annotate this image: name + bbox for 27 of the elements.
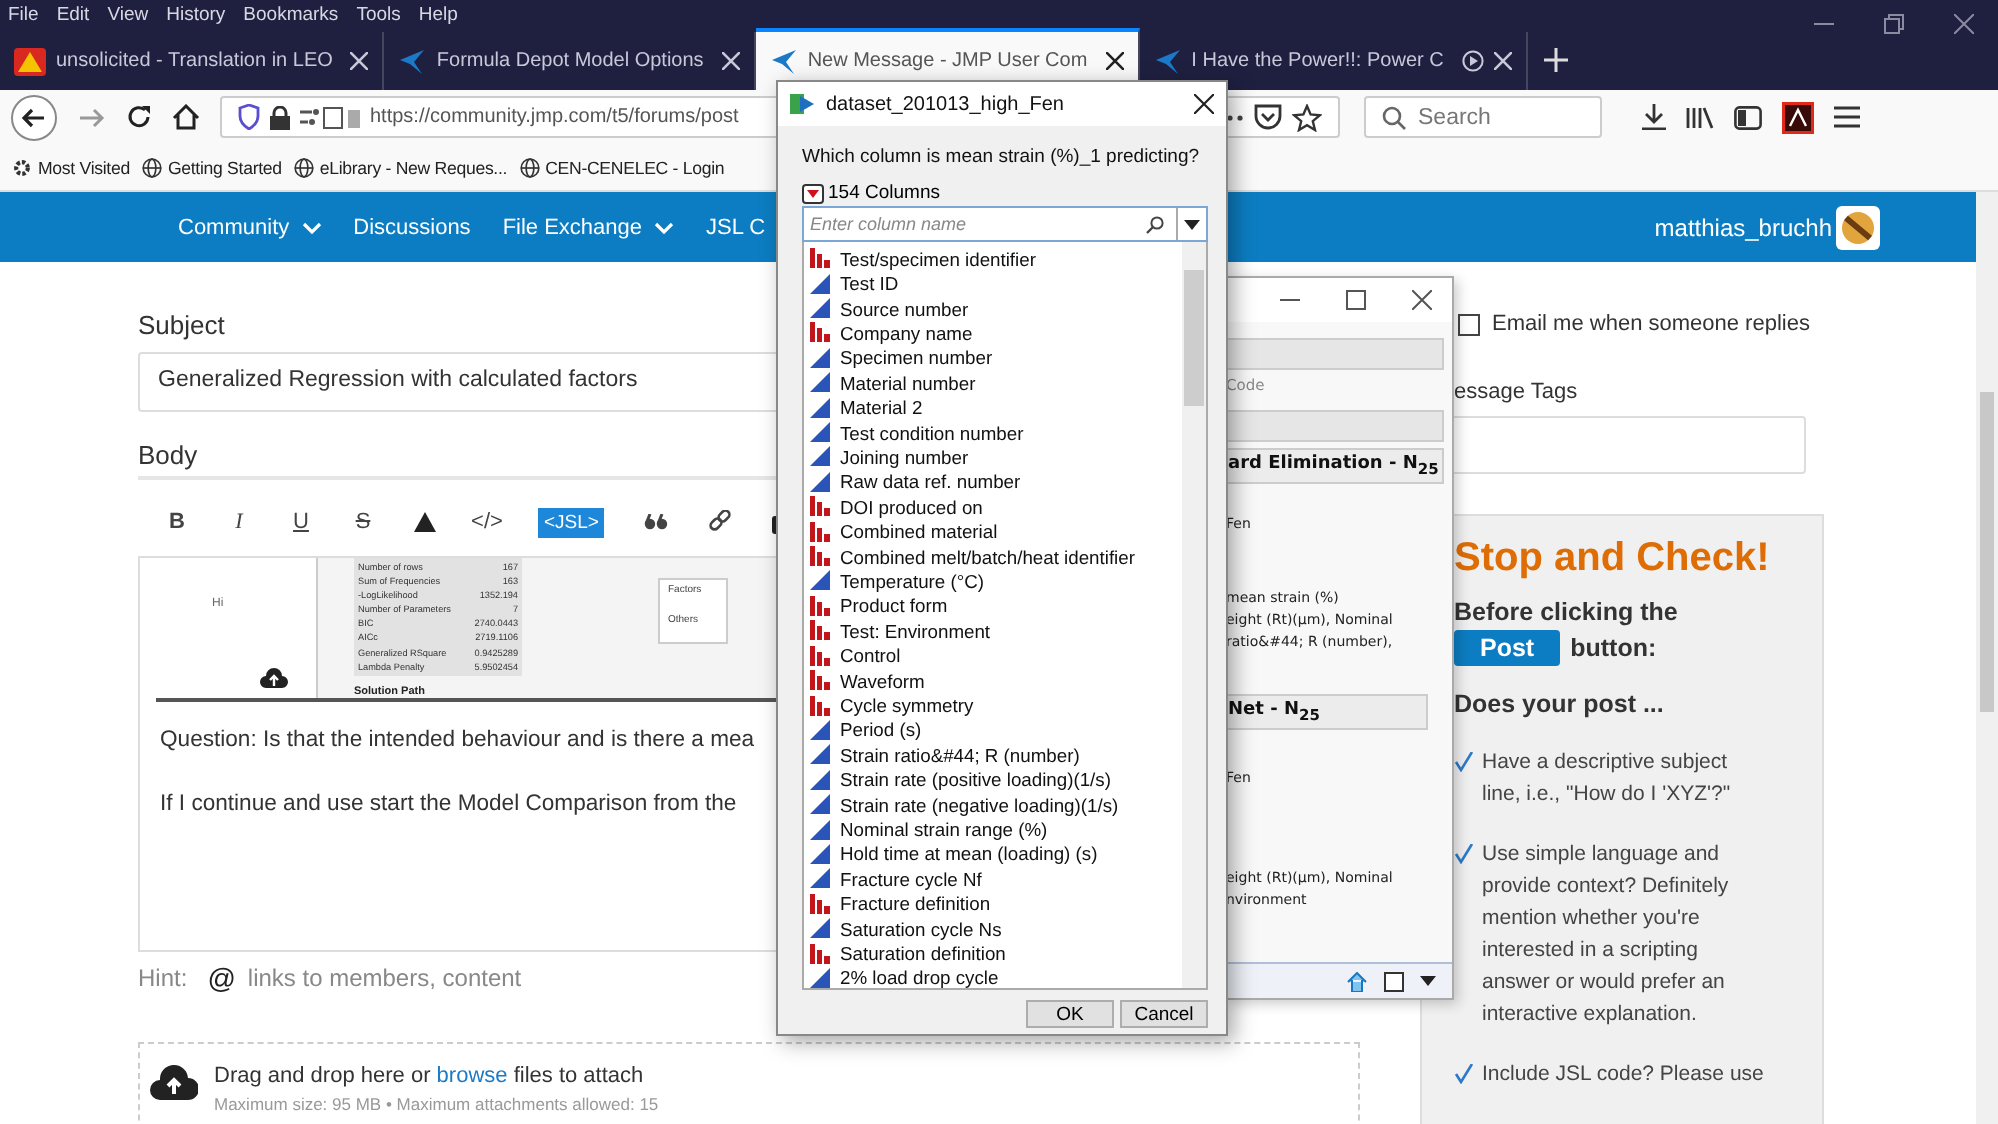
- url-text: https://community.jmp.com/t5/forums/post: [370, 106, 739, 128]
- body-text: Question: Is that the intended behaviour and is there a mea: [160, 728, 755, 752]
- panel-title: Stop and Check!: [1454, 536, 1772, 582]
- at-sign: @: [207, 962, 236, 994]
- checkbox-label: Email me when someone replies: [1492, 312, 1810, 336]
- body-text: If I continue and use start the Model Comparison from the: [160, 792, 737, 816]
- hint-text: links to members, content: [247, 964, 522, 992]
- instruction-text: Before clicking the: [1454, 598, 1678, 626]
- hint-label: Hint:: [138, 964, 188, 992]
- tab-title: I Have the Power!!: Power C: [1191, 50, 1444, 72]
- tip-text: Include JSL code? Please use: [1482, 1060, 1764, 1090]
- dialog-question: Which column is mean strain (%)_1 predicting?: [802, 146, 1202, 168]
- instruction-text: button:: [1570, 634, 1657, 662]
- attach-text: Drag and drop here or browse files to attach: [214, 1064, 646, 1088]
- column-count: 154 Columns: [828, 182, 940, 204]
- tab-title: unsolicited - Translation in LEO: [56, 50, 333, 72]
- section-header: Net - N$_{25}$: [1226, 693, 1428, 730]
- section-header: ard Elimination - N$_{25}$: [1226, 448, 1444, 484]
- dialog-title: dataset_201013_high_Fen: [826, 93, 1064, 115]
- subject-label: Subject: [138, 310, 225, 340]
- panel-question: Does your post ...: [1454, 690, 1666, 718]
- tip-text: Have a descriptive subject line, i.e., "How do I 'XYZ'?": [1482, 748, 1733, 810]
- tip-text: Use simple language and provide context? Definitely mention whether you're interested in a scripting answer or would prefer an interactive explanation.: [1482, 840, 1731, 1030]
- tags-label: essage Tags: [1454, 380, 1578, 404]
- attach-limits: Maximum size: 95 MB • Maximum attachments allowed: 15: [214, 1094, 659, 1114]
- tab-title: New Message - JMP User Com: [807, 50, 1088, 72]
- tab-title: Formula Depot Model Options: [436, 50, 704, 72]
